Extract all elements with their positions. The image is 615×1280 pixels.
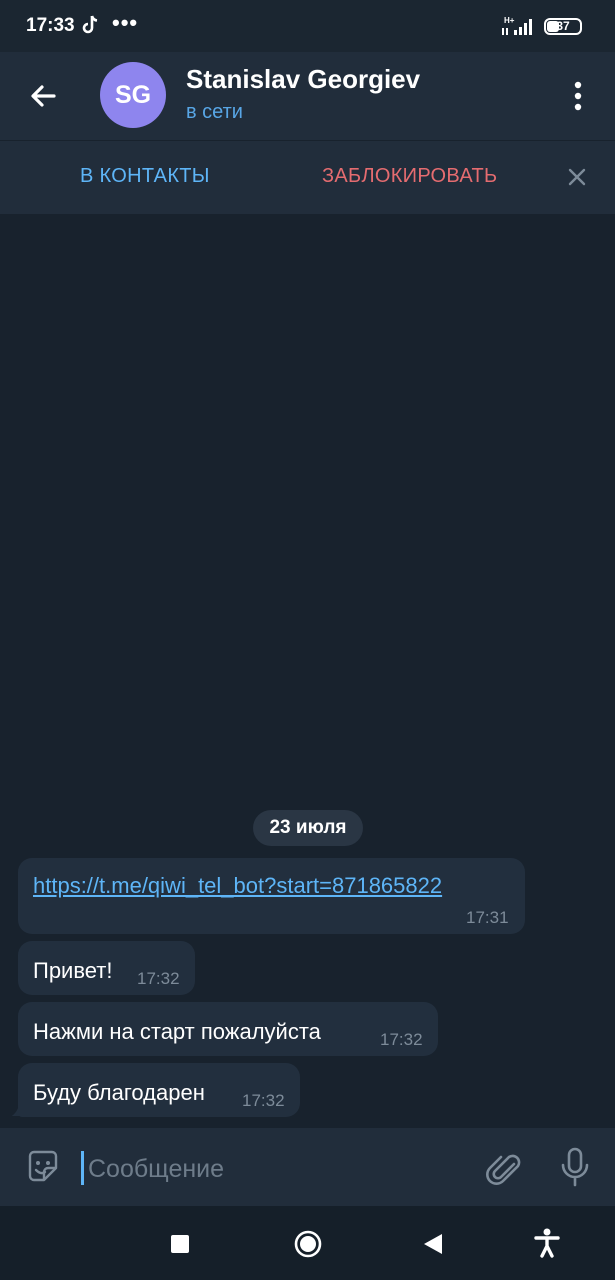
contact-status: в сети [186, 101, 243, 123]
attach-icon[interactable] [484, 1148, 522, 1188]
signal-icon: H+ [502, 16, 532, 35]
tiktok-icon [82, 15, 98, 34]
message-text: Буду благодарен [33, 1080, 205, 1105]
battery-level: 37 [556, 19, 570, 33]
battery-icon: 37 [544, 18, 582, 35]
message-text: Нажми на старт пожалуйста [33, 1019, 321, 1044]
message-input[interactable] [86, 1148, 440, 1190]
message-time: 17:31 [466, 908, 509, 927]
message-bubble[interactable]: Буду благодарен 17:32 [18, 1063, 300, 1117]
status-time: 17:33 [26, 15, 75, 36]
avatar[interactable]: SG [100, 62, 166, 128]
signal-type-label: H+ [504, 16, 515, 25]
message-link[interactable]: https://t.me/qiwi_tel_bot?start=87186582… [33, 873, 442, 899]
chat-header: SG Stanislav Georgiev в сети [0, 52, 615, 140]
date-separator: 23 июля [253, 810, 363, 846]
back-icon[interactable] [422, 1232, 444, 1256]
system-navigation-bar [0, 1206, 615, 1280]
message-time: 17:32 [242, 1091, 285, 1110]
close-icon[interactable] [562, 162, 592, 192]
text-cursor [81, 1151, 84, 1185]
status-more-dots: ••• [112, 10, 139, 35]
contact-action-bar: В КОНТАКТЫ ЗАБЛОКИРОВАТЬ [0, 140, 615, 214]
more-vertical-icon[interactable] [560, 76, 596, 116]
message-time: 17:32 [380, 1030, 423, 1049]
recents-icon[interactable] [171, 1235, 189, 1253]
bubble-tail [11, 1096, 28, 1116]
home-icon[interactable] [293, 1229, 323, 1259]
sticker-icon[interactable] [24, 1148, 62, 1186]
block-user-button[interactable]: ЗАБЛОКИРОВАТЬ [322, 165, 497, 188]
message-composer [0, 1128, 615, 1206]
back-arrow-icon[interactable] [22, 74, 66, 118]
message-bubble[interactable]: Привет! 17:32 [18, 941, 195, 995]
message-bubble[interactable]: https://t.me/qiwi_tel_bot?start=87186582… [18, 858, 525, 934]
accessibility-icon[interactable] [533, 1228, 561, 1258]
status-bar: 17:33 ••• H+ 37 [0, 0, 615, 52]
add-contact-button[interactable]: В КОНТАКТЫ [80, 165, 210, 188]
message-text: Привет! [33, 958, 113, 983]
message-bubble[interactable]: Нажми на старт пожалуйста 17:32 [18, 1002, 438, 1056]
message-time: 17:32 [137, 969, 180, 988]
contact-name[interactable]: Stanislav Georgiev [186, 64, 420, 95]
microphone-icon[interactable] [556, 1146, 594, 1188]
